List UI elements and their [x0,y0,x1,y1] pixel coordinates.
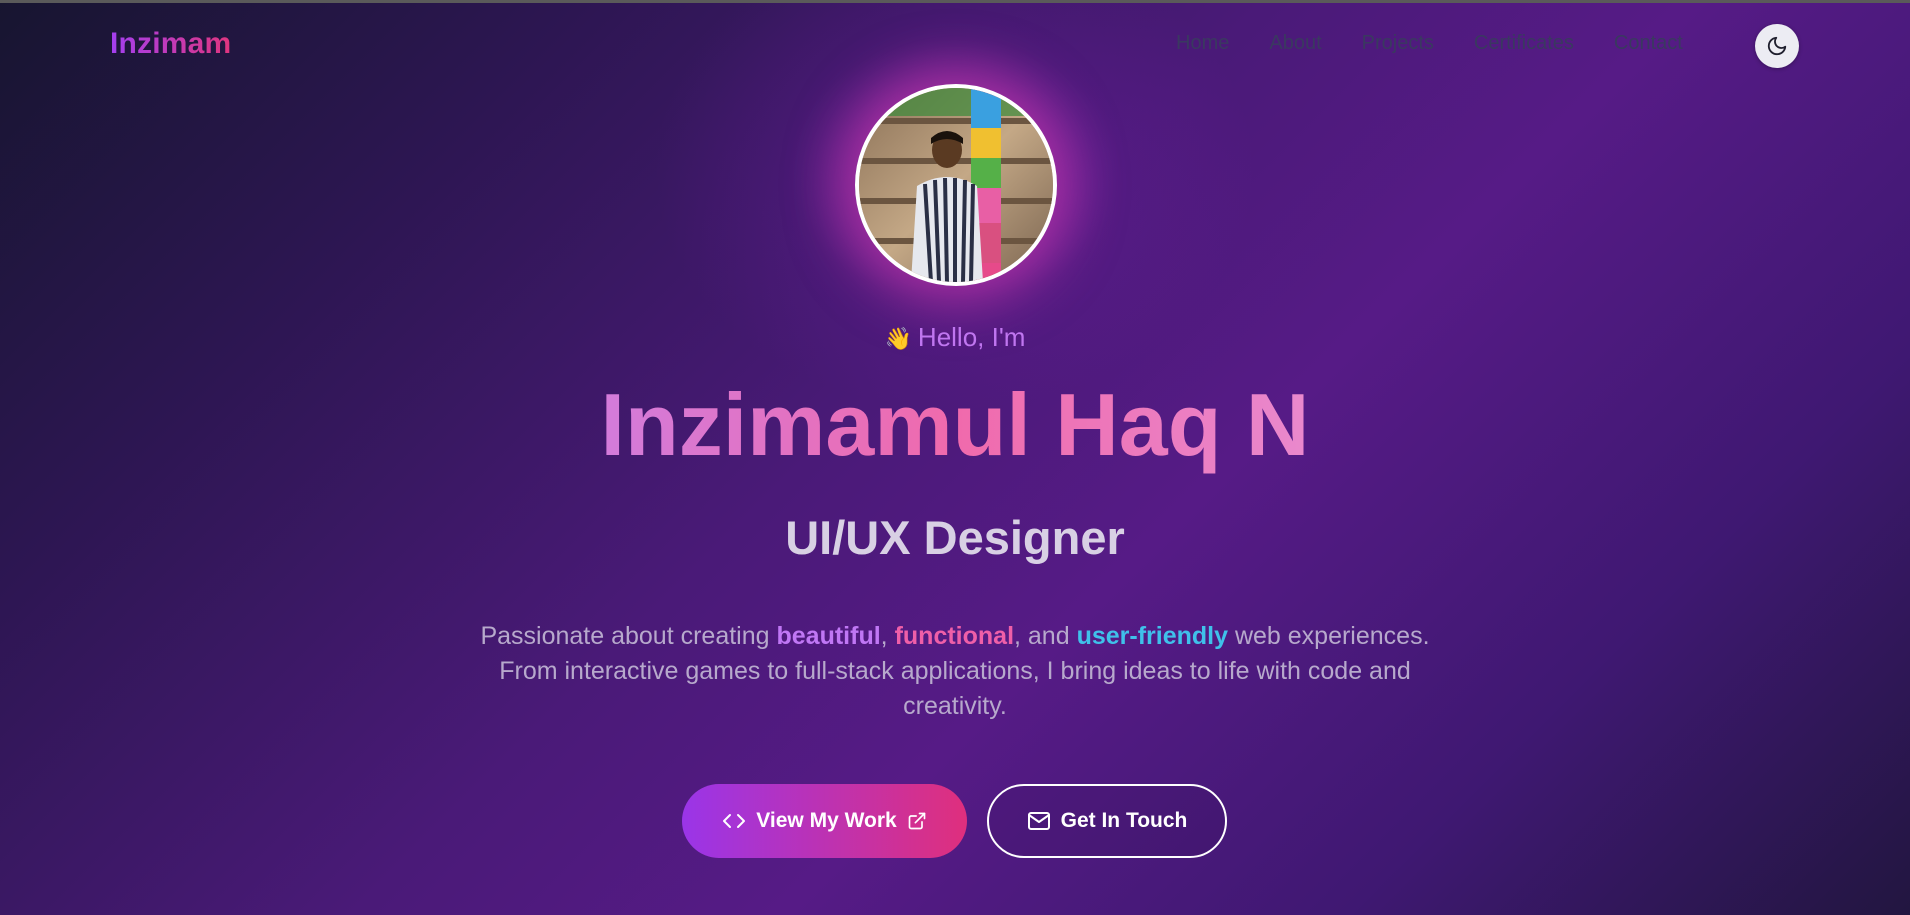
view-my-work-label: View My Work [756,809,897,832]
greeting-text: Hello, I'm [917,322,1026,352]
main-nav: Home About Projects Certificates Contact [1176,32,1683,55]
get-in-touch-label: Get In Touch [1060,809,1188,832]
hero-description: Passionate about creating beautiful, fun… [480,619,1430,724]
nav-about[interactable]: About [1269,32,1321,55]
hero-greeting: 👋 Hello, I'm [0,322,1910,353]
code-icon [723,814,746,828]
desc-part3: , and [1014,622,1077,650]
hero-name: Inzimamul Haq N [0,370,1910,480]
highlight-beautiful: beautiful [776,622,881,650]
moon-icon [1767,36,1787,56]
desc-part1: Passionate about creating [480,622,777,650]
site-logo[interactable]: Inzimam [110,27,231,61]
highlight-functional: functional [894,622,1015,650]
nav-contact[interactable]: Contact [1614,32,1683,55]
waving-hand-icon: 👋 [884,326,912,351]
external-link-icon [908,812,926,830]
theme-toggle-button[interactable] [1755,24,1799,68]
hero-role: UI/UX Designer [785,511,1125,564]
mail-icon [1027,812,1050,830]
profile-avatar [855,84,1057,286]
nav-home[interactable]: Home [1176,32,1229,55]
get-in-touch-button[interactable]: Get In Touch [987,784,1227,858]
view-my-work-button[interactable]: View My Work [682,784,967,858]
site-header: Inzimam Home About Projects Certificates… [0,3,1910,83]
desc-part2: , [880,622,895,650]
profile-photo [859,88,1053,282]
highlight-user-friendly: user-friendly [1076,622,1229,650]
nav-certificates[interactable]: Certificates [1474,32,1574,55]
nav-projects[interactable]: Projects [1362,32,1434,55]
